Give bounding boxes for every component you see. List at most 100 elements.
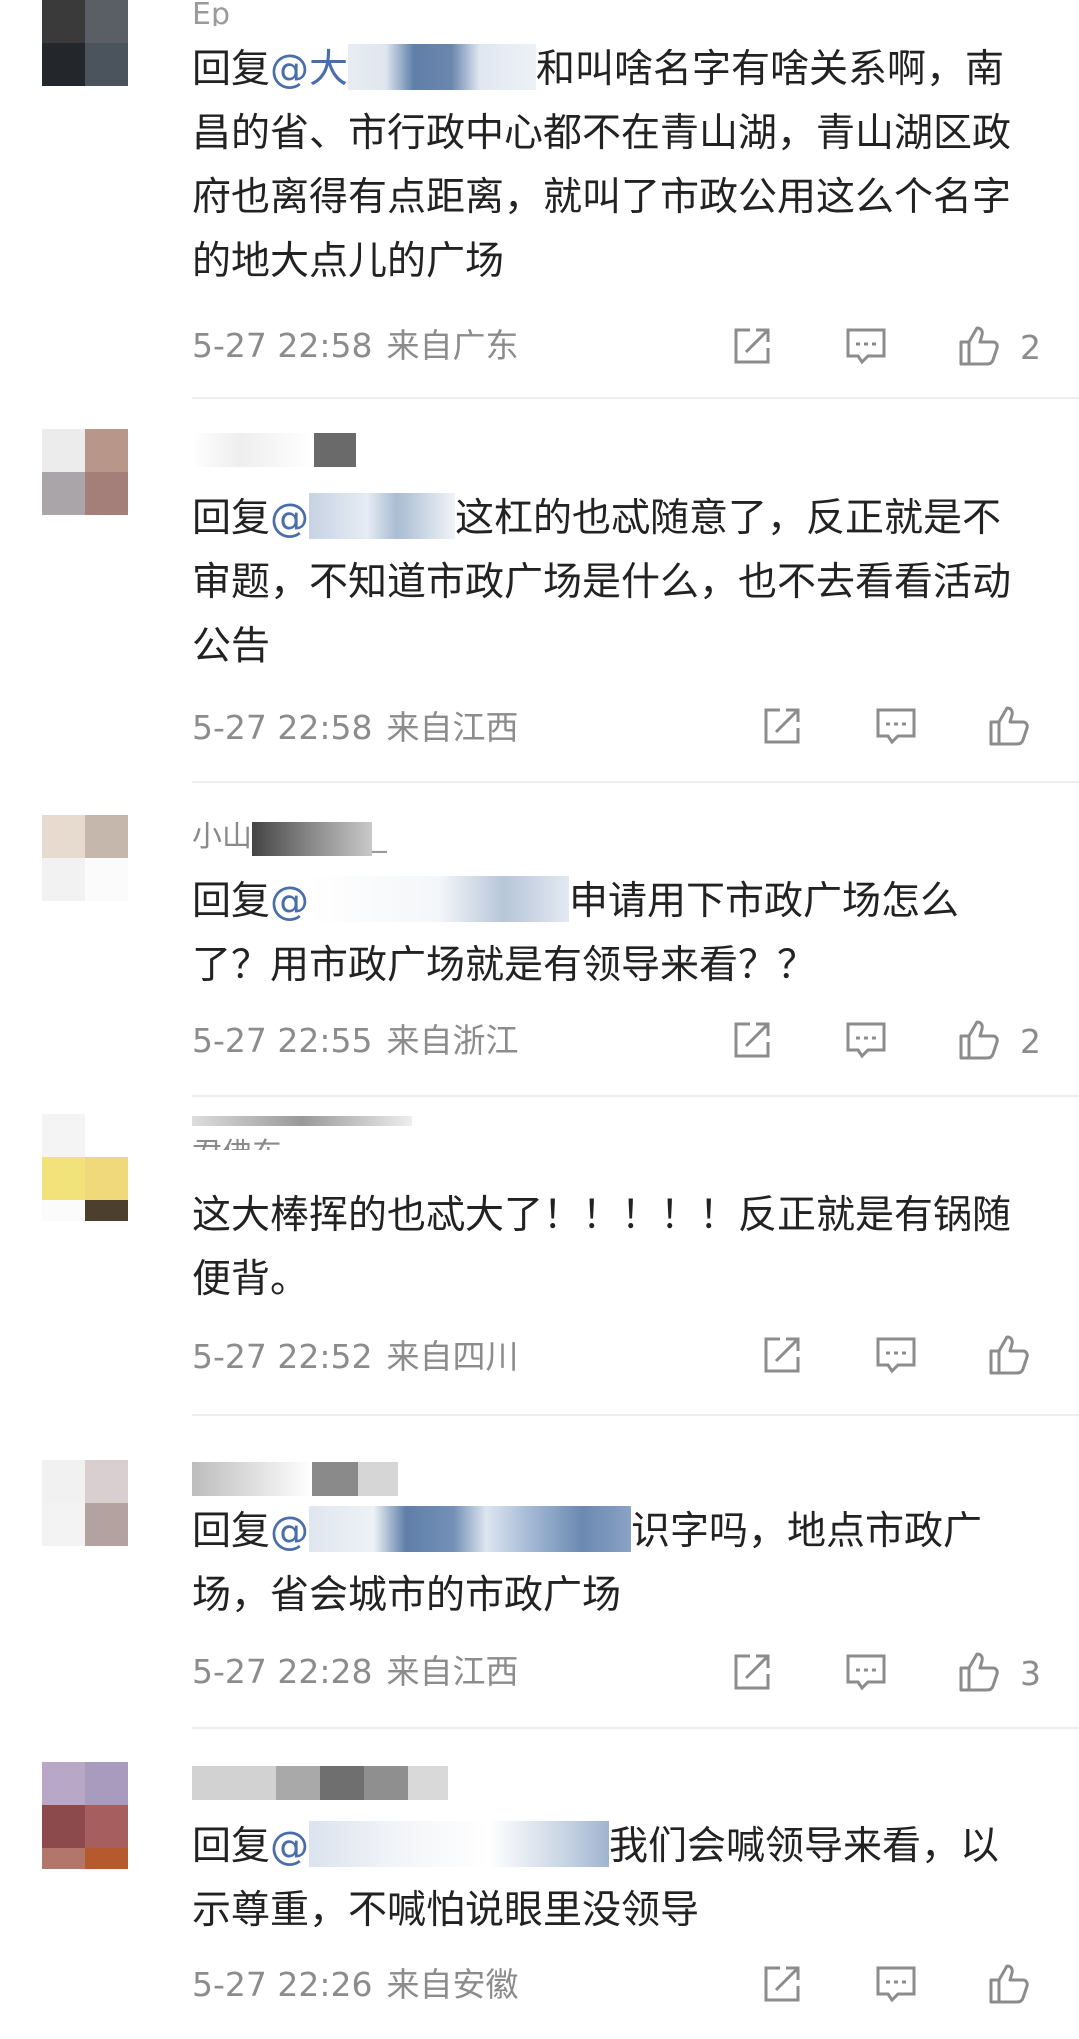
like-count: 3 (1020, 1654, 1041, 1693)
commenter-name[interactable]: 小山 _ (192, 822, 387, 862)
blurred-mention (309, 493, 456, 539)
comment-button[interactable] (872, 1960, 920, 2008)
mention-link[interactable]: @ (270, 879, 309, 924)
commenter-name-text: 小山 (192, 822, 252, 854)
commenter-name[interactable]: Ep (192, 0, 230, 26)
like-button[interactable] (955, 1016, 1003, 1064)
mention-link[interactable]: @ (270, 1509, 309, 1554)
reply-prefix: 回复 (192, 879, 271, 924)
blurred-mention (309, 876, 570, 922)
avatar-lower (42, 1848, 128, 1890)
like-icon (989, 1335, 1029, 1375)
comment-icon (846, 1654, 886, 1691)
share-icon (734, 1022, 770, 1058)
share-button[interactable] (758, 1960, 806, 2008)
avatar[interactable] (42, 429, 128, 515)
comment-actions: 3 (0, 1648, 1079, 1698)
like-button[interactable] (985, 1331, 1033, 1379)
avatar-lower (42, 1200, 128, 1242)
mention-link[interactable]: @ (270, 1824, 309, 1869)
like-button[interactable] (985, 1960, 1033, 2008)
blurred-name (192, 1116, 412, 1126)
blurred-name (276, 1766, 320, 1800)
mention-link[interactable]: @ (270, 496, 309, 541)
like-count: 2 (1020, 1022, 1041, 1061)
like-count: 2 (1020, 328, 1041, 367)
share-button[interactable] (758, 1331, 806, 1379)
avatar[interactable] (42, 1460, 128, 1546)
comment-actions (0, 1960, 1079, 2010)
share-icon (764, 1337, 800, 1373)
comment-body: 这大棒挥的也忒大了！！！！！反正就是有锅随便背。 (192, 1193, 1012, 1302)
blurred-name (364, 1766, 408, 1800)
share-icon (764, 708, 800, 744)
comment-button[interactable] (872, 1331, 920, 1379)
blurred-name (358, 1462, 398, 1496)
comment-actions: 2 (0, 1016, 1079, 1066)
blurred-name (314, 433, 356, 467)
like-icon (959, 326, 999, 366)
reply-prefix: 回复 (192, 47, 271, 92)
avatar[interactable] (42, 815, 128, 901)
avatar[interactable] (42, 1762, 128, 1848)
share-button[interactable] (728, 1016, 776, 1064)
comment-button[interactable] (842, 322, 890, 370)
like-button[interactable] (955, 322, 1003, 370)
blurred-name (320, 1766, 364, 1800)
blurred-name (408, 1766, 448, 1800)
comment-icon (876, 708, 916, 745)
share-button[interactable] (728, 1648, 776, 1696)
comment-text: 回复@ 这杠的也忒随意了，反正就是不审题，不知道市政广场是什么，也不去看看活动公告 (192, 487, 1032, 679)
blurred-name (252, 822, 372, 856)
commenter-name[interactable] (192, 433, 356, 473)
comment-text: 这大棒挥的也忒大了！！！！！反正就是有锅随便背。 (192, 1184, 1032, 1312)
like-button[interactable] (985, 702, 1033, 750)
divider (192, 1727, 1079, 1729)
reply-prefix: 回复 (192, 1509, 271, 1554)
comment-text: 回复@ 我们会喊领导来看，以示尊重，不喊怕说眼里没领导 (192, 1815, 1032, 1943)
share-button[interactable] (728, 322, 776, 370)
like-icon (989, 1964, 1029, 2004)
reply-prefix: 回复 (192, 1824, 271, 1869)
divider (192, 397, 1079, 399)
like-button[interactable] (955, 1648, 1003, 1696)
comment-text: 回复@ 申请用下市政广场怎么了？用市政广场就是有领导来看？？ (192, 870, 1032, 998)
commenter-name[interactable] (192, 1766, 448, 1806)
comment-actions: 2 (0, 322, 1079, 372)
comment-icon (846, 1022, 886, 1059)
divider (192, 1095, 1079, 1097)
comment-button[interactable] (842, 1016, 890, 1064)
commenter-name-text: 君佛东 (192, 1137, 282, 1151)
blurred-name (192, 1462, 312, 1496)
comment-icon (846, 328, 886, 365)
comment-actions (0, 1331, 1079, 1381)
like-icon (959, 1020, 999, 1060)
like-icon (959, 1652, 999, 1692)
blurred-name (312, 1462, 358, 1496)
reply-prefix: 回复 (192, 496, 271, 541)
commenter-name[interactable]: 君佛东 (192, 1116, 412, 1150)
comment-text: 回复@ 识字吗，地点市政广场，省会城市的市政广场 (192, 1500, 1032, 1628)
like-icon (989, 706, 1029, 746)
share-icon (734, 1654, 770, 1690)
blurred-name (192, 433, 312, 467)
comment-actions (0, 702, 1079, 752)
mention-link[interactable]: @大 (270, 47, 348, 92)
commenter-name[interactable] (192, 1462, 398, 1500)
share-button[interactable] (758, 702, 806, 750)
commenter-name-text: Ep (192, 0, 230, 26)
divider (192, 1414, 1079, 1416)
avatar[interactable] (42, 1114, 128, 1200)
share-icon (764, 1966, 800, 2002)
avatar[interactable] (42, 0, 128, 86)
blurred-mention (348, 44, 537, 90)
comment-text: 回复@大 和叫啥名字有啥关系啊，南昌的省、市行政中心都不在青山湖，青山湖区政府也离… (192, 38, 1032, 294)
comment-button[interactable] (872, 702, 920, 750)
comment-button[interactable] (842, 1648, 890, 1696)
share-icon (734, 328, 770, 364)
comment-icon (876, 1966, 916, 2003)
blurred-mention (309, 1506, 632, 1552)
blurred-mention (309, 1821, 610, 1867)
comment-icon (876, 1337, 916, 1374)
divider (192, 781, 1079, 783)
